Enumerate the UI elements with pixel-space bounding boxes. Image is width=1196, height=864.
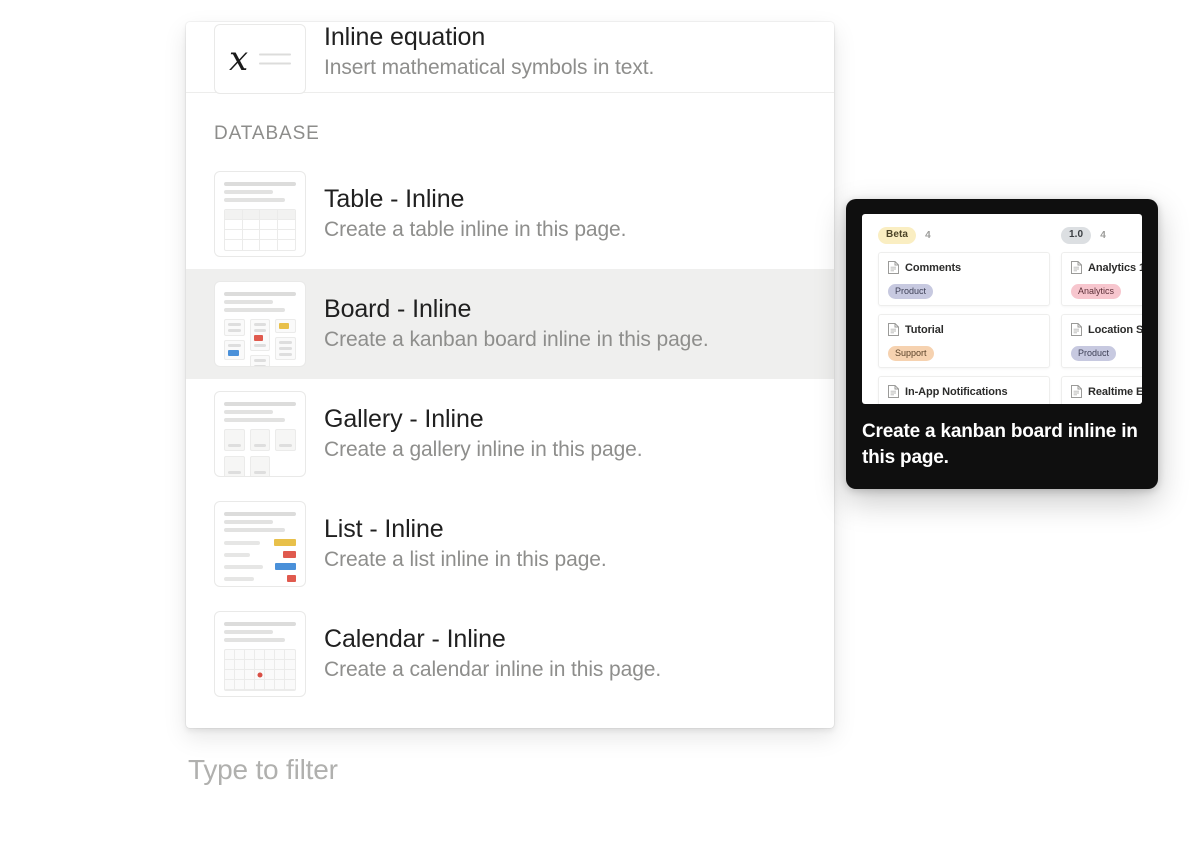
page-icon xyxy=(1071,261,1082,274)
block-type-menu-popup: x Inline equation Insert mathematical sy… xyxy=(186,22,834,728)
filter-placeholder-text[interactable]: Type to filter xyxy=(188,752,338,788)
menu-item-title: Table - Inline xyxy=(324,185,465,213)
page-icon xyxy=(1071,323,1082,336)
menu-item-text: Inline equation Insert mathematical symb… xyxy=(324,22,654,82)
kanban-card-title-row: Realtime Editor xyxy=(1071,385,1142,398)
board-inline-icon xyxy=(214,281,306,367)
icon-table-grid xyxy=(224,209,296,251)
menu-item-text: Board - Inline Create a kanban board inl… xyxy=(324,294,709,354)
menu-item-description: Create a table inline in this page. xyxy=(324,218,627,241)
kanban-card-tag: Analytics xyxy=(1071,284,1122,299)
kanban-card: Tutorial Support xyxy=(878,314,1050,368)
kanban-board-preview: Beta 4 Comments Product Tutorial Support… xyxy=(862,214,1142,404)
kanban-card-tag: Support xyxy=(888,346,934,361)
menu-item-gallery-inline[interactable]: Gallery - Inline Create a gallery inline… xyxy=(186,379,834,489)
tooltip-caption: Create a kanban board inline in this pag… xyxy=(862,421,1138,468)
menu-item-title: Inline equation xyxy=(324,23,486,51)
kanban-card: Location Sharing Product xyxy=(1061,314,1142,368)
kanban-card: Realtime Editor Product xyxy=(1061,376,1142,404)
menu-item-description: Insert mathematical symbols in text. xyxy=(324,56,655,79)
menu-item-inline-equation[interactable]: x Inline equation Insert mathematical sy… xyxy=(186,22,834,94)
kanban-card-tag: Product xyxy=(888,284,934,299)
kanban-card-title: Comments xyxy=(905,261,962,274)
equation-x-glyph: x xyxy=(229,39,249,79)
icon-list-rows xyxy=(224,539,296,582)
page-icon xyxy=(888,323,899,336)
icon-header-lines xyxy=(224,402,296,422)
kanban-card-tag: Product xyxy=(1071,346,1117,361)
screen-root: x Inline equation Insert mathematical sy… xyxy=(0,0,1196,864)
kanban-card-title-row: Location Sharing xyxy=(1071,323,1142,336)
kanban-column-count: 4 xyxy=(1100,229,1106,241)
menu-item-description: Create a gallery inline in this page. xyxy=(324,438,643,461)
kanban-preview-image: Beta 4 Comments Product Tutorial Support… xyxy=(862,214,1142,404)
preview-tooltip: Beta 4 Comments Product Tutorial Support… xyxy=(846,199,1158,489)
kanban-card: Comments Product xyxy=(878,252,1050,306)
kanban-card-title: Tutorial xyxy=(905,323,944,336)
kanban-column-count: 4 xyxy=(925,229,931,241)
page-icon xyxy=(888,261,899,274)
table-inline-icon xyxy=(214,171,306,257)
page-icon xyxy=(1071,385,1082,398)
kanban-column-badge: 1.0 xyxy=(1061,226,1092,244)
calendar-event-dot xyxy=(257,672,263,678)
equation-lines-glyph xyxy=(259,53,291,65)
kanban-card-title-row: Tutorial xyxy=(888,323,1040,336)
icon-gallery-grid xyxy=(224,429,296,476)
menu-item-text: Table - Inline Create a table inline in … xyxy=(324,184,626,244)
kanban-card-title: Location Sharing xyxy=(1088,323,1142,336)
kanban-card: In-App Notifications Product xyxy=(878,376,1050,404)
menu-item-board-inline[interactable]: Board - Inline Create a kanban board inl… xyxy=(186,269,834,379)
kanban-card-title-row: Comments xyxy=(888,261,1040,274)
menu-item-list-inline[interactable]: List - Inline Create a list inline in th… xyxy=(186,489,834,599)
kanban-column-header: Beta 4 xyxy=(878,226,1050,244)
icon-header-lines xyxy=(224,292,296,312)
icon-board-columns xyxy=(224,319,297,366)
page-icon xyxy=(888,385,899,398)
kanban-card-title-row: Analytics 1.0 xyxy=(1071,261,1142,274)
menu-item-table-inline[interactable]: Table - Inline Create a table inline in … xyxy=(186,159,834,269)
menu-item-description: Create a list inline in this page. xyxy=(324,548,607,571)
kanban-column-header: 1.0 4 xyxy=(1061,226,1142,244)
kanban-card-title-row: In-App Notifications xyxy=(888,385,1040,398)
kanban-column-beta: Beta 4 Comments Product Tutorial Support… xyxy=(878,226,1050,404)
kanban-card-title: Realtime Editor xyxy=(1088,385,1142,398)
menu-item-text: Gallery - Inline Create a gallery inline… xyxy=(324,404,643,464)
menu-section-header-database: DATABASE xyxy=(214,123,320,144)
icon-calendar-grid xyxy=(224,649,296,691)
menu-item-title: Gallery - Inline xyxy=(324,405,484,433)
icon-header-lines xyxy=(224,182,296,202)
menu-item-title: Board - Inline xyxy=(324,295,472,323)
kanban-card-title: Analytics 1.0 xyxy=(1088,261,1142,274)
kanban-column-1-0: 1.0 4 Analytics 1.0 Analytics xyxy=(1061,226,1142,404)
menu-item-calendar-inline[interactable]: Calendar - Inline Create a calendar inli… xyxy=(186,599,834,709)
icon-header-lines xyxy=(224,622,296,642)
menu-item-description: Create a calendar inline in this page. xyxy=(324,658,662,681)
menu-scroll-area[interactable]: x Inline equation Insert mathematical sy… xyxy=(186,22,834,728)
gallery-inline-icon xyxy=(214,391,306,477)
menu-item-title: List - Inline xyxy=(324,515,444,543)
menu-item-title: Calendar - Inline xyxy=(324,625,506,653)
kanban-card-title: In-App Notifications xyxy=(905,385,1008,398)
menu-item-text: List - Inline Create a list inline in th… xyxy=(324,514,607,574)
inline-equation-icon: x xyxy=(214,24,306,94)
kanban-card: Analytics 1.0 Analytics xyxy=(1061,252,1142,306)
list-inline-icon xyxy=(214,501,306,587)
icon-header-lines xyxy=(224,512,296,532)
menu-item-description: Create a kanban board inline in this pag… xyxy=(324,328,709,351)
menu-item-text: Calendar - Inline Create a calendar inli… xyxy=(324,624,661,684)
kanban-column-badge: Beta xyxy=(878,226,917,244)
calendar-inline-icon xyxy=(214,611,306,697)
